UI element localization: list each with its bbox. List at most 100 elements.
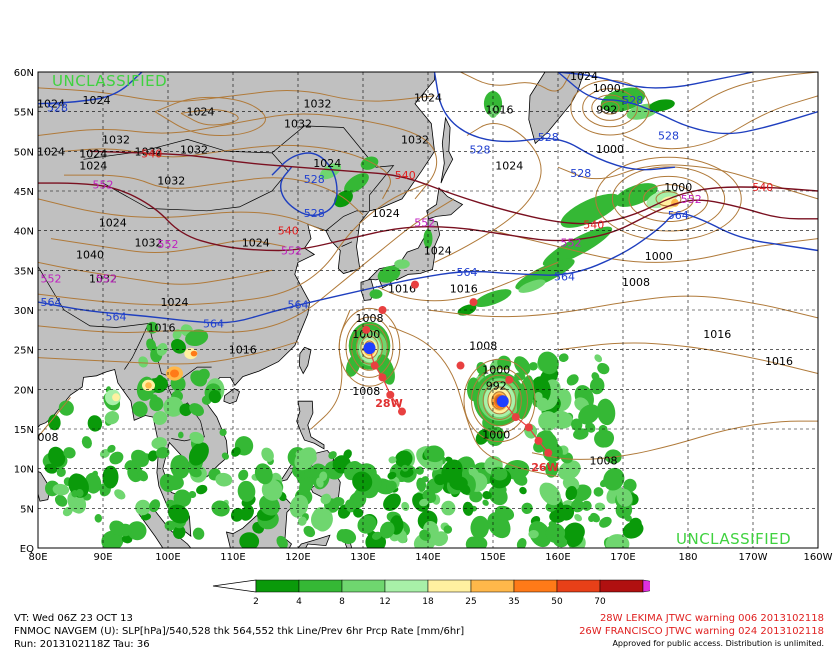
colorbar-label: 50 xyxy=(551,597,563,607)
precip-colorbar: 2 4 8 12 18 25 35 50 70 xyxy=(212,579,650,607)
colorbar-label: 4 xyxy=(296,597,302,607)
thickness-label: 528 xyxy=(622,94,643,107)
precip-cell xyxy=(190,350,198,357)
weather-map: 1024 1024 1032 1032 1032 1032 1032 1024 1024 1024… xyxy=(0,0,840,560)
colorbar-swatch xyxy=(599,579,644,593)
thickness-label: 564 xyxy=(203,317,224,330)
latitude-label: 35N xyxy=(14,266,34,277)
track-point xyxy=(511,413,520,422)
storm-id-label: 28W xyxy=(375,397,402,410)
colorbar-label: 70 xyxy=(594,597,606,607)
track-point xyxy=(524,423,533,432)
thickness-label: 552 xyxy=(96,272,117,285)
warning-info: 28W LEKIMA JTWC warning 006 2013102118 2… xyxy=(579,612,824,649)
colorbar-swatch xyxy=(384,579,429,593)
slp-label: 992 xyxy=(596,103,617,116)
slp-label: 1024 xyxy=(424,245,452,258)
colorbar-swatch xyxy=(427,579,472,593)
thickness-label: 528 xyxy=(538,131,559,144)
thickness-label: 528 xyxy=(304,207,325,220)
colorbar-label: 25 xyxy=(465,597,476,607)
track-point xyxy=(544,448,553,457)
colorbar-label: 18 xyxy=(422,597,434,607)
colorbar-swatch xyxy=(298,579,343,593)
colorbar-label: 8 xyxy=(339,597,345,607)
slp-label: 1024 xyxy=(414,91,442,104)
longitude-label: 110E xyxy=(220,552,245,560)
longitude-label: 160E xyxy=(545,552,570,560)
thickness-label: 564 xyxy=(554,271,575,284)
colorbar-swatch xyxy=(255,579,300,593)
track-point xyxy=(378,373,387,382)
storm-id-label: 26W xyxy=(531,461,558,474)
slp-label: 1024 xyxy=(495,160,523,173)
colorbar-swatch xyxy=(556,579,601,593)
thickness-label: 528 xyxy=(570,167,591,180)
longitude-label: 170E xyxy=(610,552,635,560)
thickness-label: 552 xyxy=(561,237,582,250)
colorbar-swatch xyxy=(513,579,558,593)
longitude-label: 120E xyxy=(285,552,310,560)
slp-label: 1016 xyxy=(703,328,731,341)
latitude-label: 25N xyxy=(14,346,34,357)
precip-cell xyxy=(394,259,410,269)
forecast-point xyxy=(411,280,419,289)
slp-label: 1016 xyxy=(229,344,257,357)
slp-label: 1024 xyxy=(99,217,127,230)
slp-label: 1000 xyxy=(596,143,624,156)
warning-francisco: 26W FRANCISCO JTWC warning 024 201310211… xyxy=(579,626,824,637)
slp-label: 1000 xyxy=(593,82,621,95)
slp-label: 1040 xyxy=(76,248,104,261)
latitude-label: 60N xyxy=(14,68,34,79)
map-canvas: 1024 1024 1032 1032 1032 1032 1032 1024 1024 1024… xyxy=(14,68,833,560)
thickness-label: 564 xyxy=(668,209,689,222)
thickness-label: 564 xyxy=(41,296,62,309)
thickness-label: 528 xyxy=(658,129,679,142)
thickness-label: 528 xyxy=(47,102,68,115)
forecast-point xyxy=(469,298,478,307)
thickness-label: 552 xyxy=(158,238,179,251)
slp-label: 1016 xyxy=(765,355,793,368)
precip-cell xyxy=(369,289,383,299)
thickness-label: 564 xyxy=(288,298,309,311)
slp-label: 1016 xyxy=(148,321,176,334)
longitude-label: 170W xyxy=(739,552,768,560)
longitude-label: 160W xyxy=(804,552,833,560)
thickness-label: 540 xyxy=(752,181,773,194)
warning-lekima: 28W LEKIMA JTWC warning 006 2013102118 xyxy=(599,613,824,624)
slp-label: 1024 xyxy=(79,160,107,173)
thickness-label: 528 xyxy=(304,173,325,186)
thickness-label: 540 xyxy=(583,218,604,231)
slp-label: 1008 xyxy=(622,276,650,289)
slp-label: 1024 xyxy=(372,207,400,220)
slp-label: 1008 xyxy=(590,455,618,468)
thickness-label: 540 xyxy=(141,148,162,161)
latitude-label: 5N xyxy=(20,504,34,515)
longitude-label: 100E xyxy=(155,552,180,560)
latitude-label: 55N xyxy=(14,108,34,119)
slp-label: 1000 xyxy=(482,364,510,377)
latitude-label: 45N xyxy=(14,187,34,198)
colorbar-label: 35 xyxy=(508,597,519,607)
slp-label: 1032 xyxy=(284,118,312,131)
slp-label: 1024 xyxy=(37,145,65,158)
slp-label: 1032 xyxy=(180,144,208,157)
thickness-label: 564 xyxy=(457,266,478,279)
latitude-label: 15N xyxy=(14,425,34,436)
run-time: Run: 2013102118Z Tau: 36 xyxy=(14,639,150,650)
slp-label: 1032 xyxy=(304,98,332,111)
longitude-label: 180 xyxy=(678,552,697,560)
forecast-point xyxy=(505,375,514,384)
storm-center xyxy=(496,395,509,408)
slp-label: 992 xyxy=(486,379,507,392)
thickness-label: 552 xyxy=(414,217,435,230)
longitude-label: 130E xyxy=(350,552,375,560)
longitude-label: 140E xyxy=(415,552,440,560)
slp-label: 1000 xyxy=(645,250,673,263)
latitude-label: 50N xyxy=(14,147,34,158)
slp-label: 1024 xyxy=(242,237,270,250)
classification-bottom: UNCLASSIFIED xyxy=(676,530,791,548)
thickness-label: 528 xyxy=(470,144,491,157)
longitude-label: 150E xyxy=(480,552,505,560)
thickness-label: 552 xyxy=(41,272,62,285)
